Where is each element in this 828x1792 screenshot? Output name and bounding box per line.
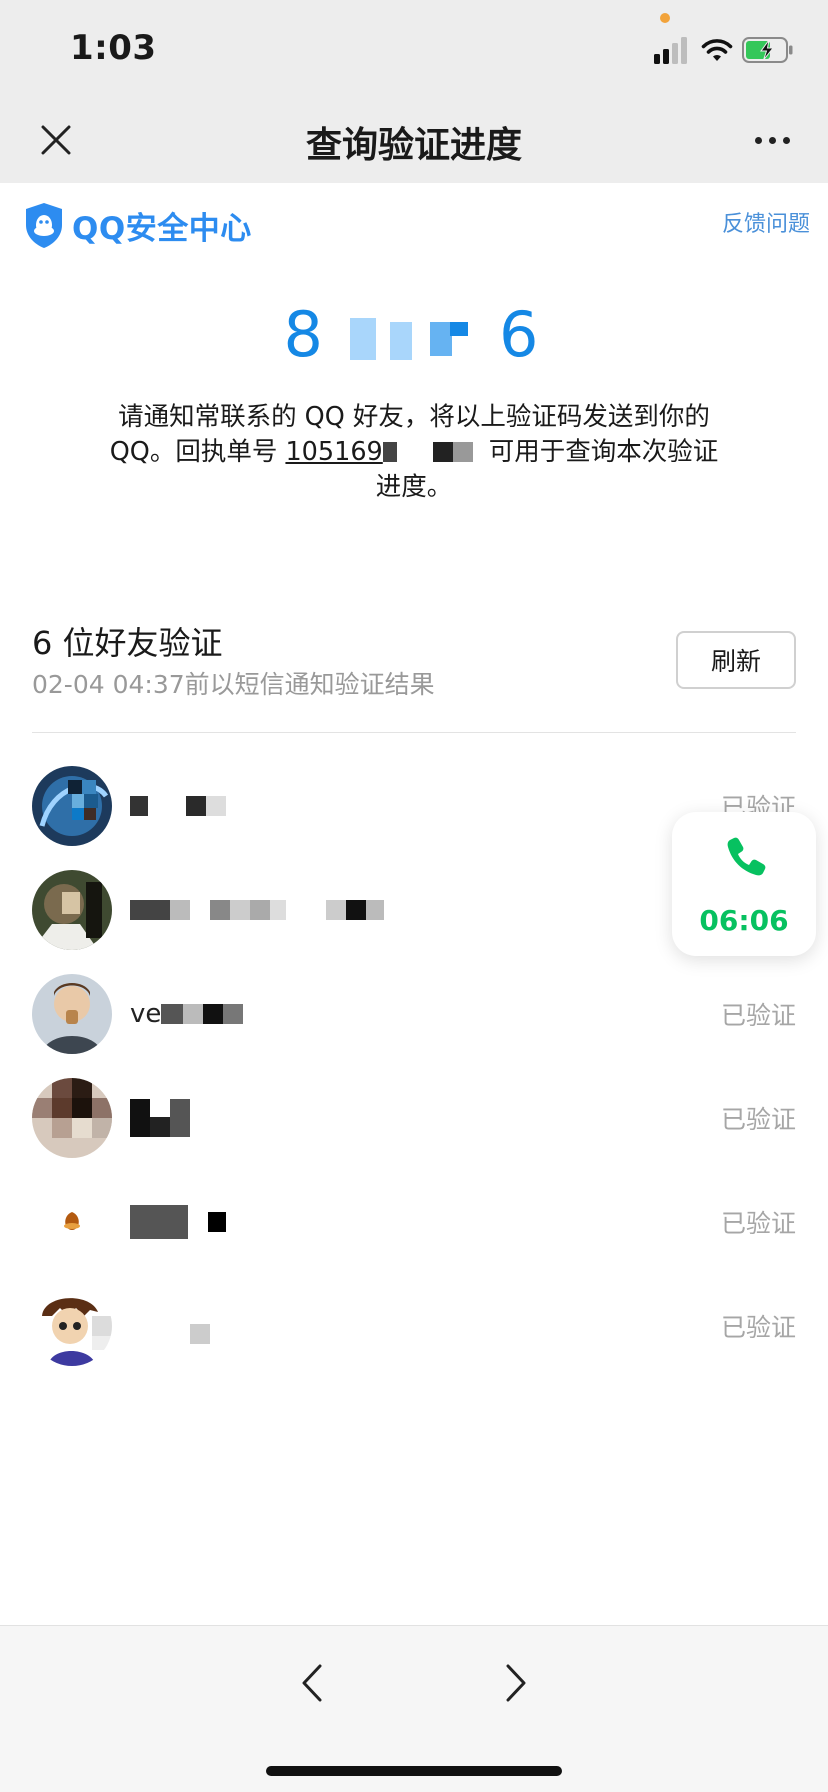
redaction <box>188 1212 208 1232</box>
friend-row: ve 已验证 <box>0 966 828 1066</box>
friend-name-text: ve <box>130 999 162 1029</box>
redaction <box>286 900 326 920</box>
qq-shield-icon <box>26 203 62 248</box>
more-dot-icon <box>768 136 776 144</box>
redaction <box>230 900 250 920</box>
friend-status: 已验证 <box>720 1105 796 1134</box>
feedback-link[interactable]: 反馈问题 <box>722 206 810 238</box>
refresh-button[interactable]: 刷新 <box>676 631 796 689</box>
forward-button[interactable] <box>496 1658 536 1708</box>
friend-status: 已验证 <box>720 1209 796 1238</box>
top-bar: 1:03 查询验证进度 <box>0 0 828 183</box>
wifi-icon <box>701 39 733 61</box>
friend-name <box>130 892 384 928</box>
redaction <box>472 442 489 462</box>
redaction <box>186 796 206 816</box>
friend-name <box>130 788 226 824</box>
redaction <box>130 1316 190 1336</box>
back-button[interactable] <box>292 1658 332 1708</box>
battery-charging-icon <box>742 37 793 63</box>
page-title: 查询验证进度 <box>305 125 522 166</box>
redaction <box>270 900 286 920</box>
chevron-left-icon <box>302 1664 322 1702</box>
redaction <box>250 900 270 920</box>
friend-name: ve <box>130 996 244 1032</box>
friends-section-subtitle: 02-04 04:37前以短信通知验证结果 <box>32 670 435 699</box>
friend-row: 已验证 <box>0 1174 828 1274</box>
phone-icon <box>727 837 766 876</box>
friend-name <box>130 1204 226 1240</box>
redaction <box>203 1004 224 1024</box>
avatar <box>32 1078 112 1158</box>
privacy-indicator-dot <box>660 13 670 23</box>
bottom-toolbar <box>0 1625 828 1792</box>
redaction <box>161 1004 184 1024</box>
floating-call-window[interactable]: 06:06 <box>672 812 816 956</box>
redaction <box>452 442 473 462</box>
redaction <box>206 796 226 816</box>
verification-code: 86 <box>0 298 828 371</box>
redaction <box>432 442 453 462</box>
redaction <box>130 1099 150 1137</box>
avatar <box>32 766 112 846</box>
friend-row: 已验证 <box>0 1278 828 1378</box>
brand-logo: QQ安全中心 <box>22 200 252 250</box>
redaction <box>382 442 397 462</box>
call-timer: 06:06 <box>699 904 789 937</box>
friends-section-title: 6 位好友验证 <box>32 624 223 662</box>
redaction <box>156 796 186 816</box>
redaction <box>326 900 346 920</box>
redaction <box>130 1205 188 1239</box>
code-redaction <box>430 322 452 356</box>
code-redaction <box>450 322 468 336</box>
receipt-number: 105169 <box>285 437 383 467</box>
more-dot-icon <box>782 136 790 144</box>
redaction <box>150 1117 170 1137</box>
friend-status: 已验证 <box>720 1001 796 1030</box>
cellular-signal-icon <box>654 37 687 64</box>
redaction <box>190 900 210 920</box>
code-redaction <box>390 322 412 360</box>
avatar <box>32 1182 112 1262</box>
redaction <box>210 900 230 920</box>
redaction <box>208 1212 226 1232</box>
redaction <box>396 442 433 462</box>
friend-status: 已验证 <box>720 1313 796 1342</box>
redaction <box>170 1099 190 1137</box>
status-time: 1:03 <box>70 28 157 68</box>
friend-row: 已验证 <box>0 1070 828 1170</box>
friend-name <box>130 1099 190 1137</box>
chevron-right-icon <box>506 1664 526 1702</box>
redaction <box>183 1004 204 1024</box>
verification-code-digit: 6 <box>499 298 545 371</box>
code-redaction <box>350 318 376 360</box>
avatar <box>32 870 112 950</box>
more-options-button[interactable] <box>748 124 796 156</box>
home-indicator[interactable] <box>266 1766 562 1776</box>
redaction <box>170 900 190 920</box>
redaction <box>190 1324 210 1344</box>
divider <box>32 732 796 733</box>
brand-name: QQ安全中心 <box>72 210 252 247</box>
redaction <box>148 796 156 816</box>
friend-name <box>130 1308 210 1344</box>
redaction <box>130 900 170 920</box>
more-dot-icon <box>754 136 762 144</box>
redaction <box>130 796 148 816</box>
redaction <box>366 900 384 920</box>
redaction <box>346 900 366 920</box>
avatar <box>32 974 112 1054</box>
avatar <box>32 1286 112 1366</box>
redaction <box>223 1004 244 1024</box>
verification-code-digit: 8 <box>283 298 329 371</box>
notice-text: 请通知常联系的 QQ 好友，将以上验证码发送到你的 QQ。回执单号 105169… <box>108 400 720 505</box>
